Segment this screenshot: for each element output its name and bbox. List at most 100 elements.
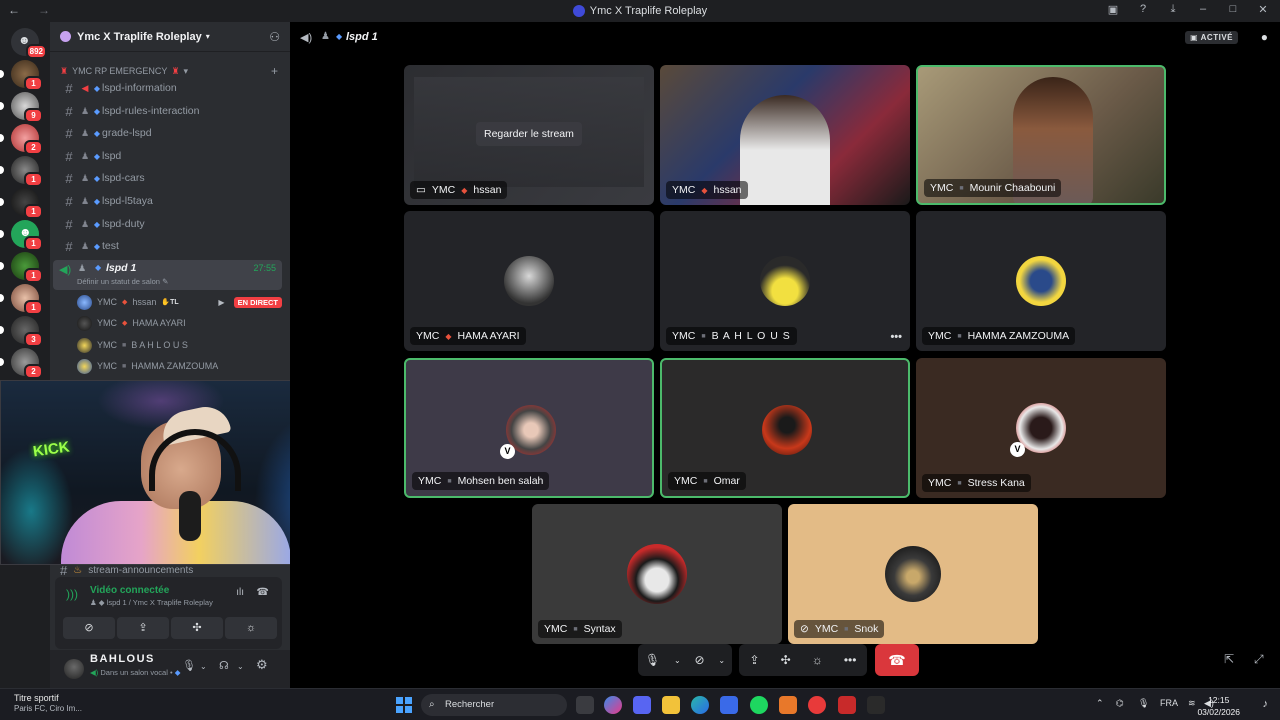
unread-pill — [0, 166, 4, 174]
chevron-down-icon[interactable]: ⌄ — [237, 662, 244, 671]
participant-tile[interactable]: V YMC ■ Stress Kana — [916, 358, 1166, 498]
network-icon[interactable]: ⌬ — [1116, 698, 1124, 709]
channel-item[interactable]: # ♟ ◆ lspd-duty — [60, 214, 282, 234]
voice-user[interactable]: YMC ■ B A H L O U S — [77, 336, 282, 354]
participant-tile[interactable]: YMC ■ Syntax — [532, 504, 782, 644]
participant-tile[interactable]: YMC ■ B A H L O U S ••• — [660, 211, 910, 351]
minimize-button[interactable]: – — [1196, 3, 1210, 16]
microphone-icon[interactable]: 🎙 — [645, 653, 660, 667]
spotify-icon[interactable] — [750, 696, 768, 714]
channel-status-hint[interactable]: Définir un statut de salon ✎ — [77, 277, 168, 286]
channel-item[interactable]: # ♟ ◆ lspd-rules-interaction — [60, 101, 282, 121]
app-icon[interactable] — [838, 696, 856, 714]
headphones-icon[interactable]: ☊ — [219, 659, 229, 672]
channel-item[interactable]: # ♟ ◆ lspd-cars — [60, 168, 282, 188]
notification-bell-icon[interactable]: ♪ — [1263, 698, 1269, 710]
screen-share-icon[interactable]: ⇪ — [750, 653, 760, 667]
channel-item[interactable]: # ◀ ◆ lspd-information — [60, 78, 282, 98]
close-button[interactable]: ✕ — [1256, 3, 1270, 16]
disconnect-button[interactable]: ☎ — [875, 644, 919, 676]
file-explorer-icon[interactable] — [662, 696, 680, 714]
back-arrow-icon[interactable]: ← — [8, 3, 20, 17]
chat-bubble-icon[interactable]: ● — [1261, 30, 1268, 44]
participant-tile[interactable]: YMC ◆ HAMA AYARI — [404, 211, 654, 351]
camera-tile[interactable]: YMC ■ Mounir Chaabouni — [916, 65, 1166, 205]
server-icon[interactable]: 1 — [11, 252, 43, 283]
disconnect-icon[interactable]: ☎ — [257, 587, 269, 598]
channel-item[interactable]: # ♟ ◆ grade-lspd — [60, 123, 282, 143]
participant-tile[interactable]: YMC ■ Omar — [660, 358, 910, 498]
participant-tile[interactable]: YMC ■ HAMMA ZAMZOUMA — [916, 211, 1166, 351]
direct-messages-icon[interactable]: ☻ 892 — [11, 28, 47, 59]
noise-suppression-icon[interactable]: ılı — [236, 587, 244, 598]
participant-tile[interactable]: ⊘ YMC ■ Snok — [788, 504, 1038, 644]
copilot-icon[interactable] — [604, 696, 622, 714]
server-icon[interactable]: 2 — [11, 124, 43, 155]
server-icon[interactable]: 2 — [11, 348, 43, 379]
language-indicator[interactable]: FRA — [1160, 698, 1178, 708]
task-view-icon[interactable] — [576, 696, 594, 714]
screen-share-button[interactable]: ⇪ — [117, 617, 169, 639]
help-icon[interactable]: ? — [1136, 3, 1150, 16]
wifi-icon[interactable]: ≋ — [1188, 698, 1196, 709]
stream-tile[interactable]: Regarder le stream ▭ YMC ◆ hssan — [404, 65, 654, 205]
soundboard-icon[interactable]: ☼ — [812, 653, 823, 667]
system-clock[interactable]: 12:15 03/02/2026 — [1197, 694, 1240, 718]
camera-off-button[interactable]: ⊘ — [63, 617, 115, 639]
microphone-icon[interactable]: 🎙 — [1138, 698, 1149, 709]
server-header[interactable]: Ymc X Traplife Roleplay ▾ ⚇ — [50, 22, 290, 52]
voice-connection-location[interactable]: ♟ ◆ lspd 1 / Ymc X Traplife Roleplay — [90, 598, 213, 607]
microphone-icon[interactable]: 🎙 — [182, 659, 196, 672]
server-icon[interactable]: 3 — [11, 316, 43, 347]
server-icon[interactable]: 1 — [11, 188, 43, 219]
activity-badge[interactable]: ▣ ACTIVÉ — [1185, 31, 1238, 44]
app-icon[interactable] — [808, 696, 826, 714]
activities-button[interactable]: ✣ — [171, 617, 223, 639]
channel-item[interactable]: # ♟ ◆ lspd-l5taya — [60, 191, 282, 211]
store-icon[interactable] — [720, 696, 738, 714]
avatar[interactable] — [64, 659, 84, 679]
taskbar-search[interactable]: ⌕ Rechercher — [421, 694, 567, 716]
channel-item[interactable]: # ♨ stream-announcements — [60, 563, 193, 578]
participant-tile[interactable]: V YMC ■ Mohsen ben salah — [404, 358, 654, 498]
voice-channel-active[interactable]: ◀) ♟ ◆ lspd 1 27:55 Définir un statut de… — [53, 260, 282, 290]
more-options-icon[interactable]: ••• — [890, 331, 902, 343]
server-icon[interactable]: 9 — [11, 92, 43, 123]
maximize-button[interactable]: □ — [1226, 3, 1240, 16]
camera-off-icon[interactable]: ⊘ — [694, 653, 704, 667]
create-channel-icon[interactable]: + — [271, 64, 278, 78]
camera-tile[interactable]: YMC ◆ hssan — [660, 65, 910, 205]
avatar — [77, 337, 92, 353]
chevron-down-icon[interactable]: ⌄ — [718, 656, 725, 665]
server-icon[interactable]: 1 — [11, 284, 43, 315]
discord-app-icon[interactable] — [633, 696, 651, 714]
chevron-up-icon[interactable]: ⌃ — [1096, 698, 1104, 709]
chevron-down-icon[interactable]: ⌄ — [200, 662, 207, 671]
windows-start-icon[interactable] — [396, 697, 412, 713]
server-icon[interactable]: ☻ 1 — [11, 220, 43, 251]
category-header[interactable]: ♜ YMC RP EMERGENCY ♜ ▾ + — [60, 64, 278, 78]
gear-icon[interactable]: ⚙ — [256, 657, 268, 673]
popout-icon[interactable]: ⇱ — [1224, 652, 1234, 666]
fullscreen-icon[interactable]: ⤢ — [1254, 652, 1264, 667]
voice-user[interactable]: YMC ◆ hssan ✋TL ▶ EN DIRECT — [77, 293, 282, 311]
activities-icon[interactable]: ✣ — [781, 653, 791, 667]
app-icon[interactable] — [779, 696, 797, 714]
voice-user[interactable]: YMC ■ HAMMA ZAMZOUMA — [77, 357, 282, 375]
more-options-icon[interactable]: ••• — [844, 653, 857, 667]
server-icon[interactable]: 1 — [11, 156, 43, 187]
screen-icon[interactable]: ▣ — [1106, 3, 1120, 16]
chevron-down-icon[interactable]: ⌄ — [674, 656, 681, 665]
forward-arrow-icon[interactable]: → — [38, 3, 50, 17]
news-widget[interactable]: Titre sportif Paris FC, Ciro Im... — [14, 693, 82, 713]
download-icon[interactable]: ⤓ — [1166, 3, 1180, 16]
edge-browser-icon[interactable] — [691, 696, 709, 714]
voice-user[interactable]: YMC ◆ HAMA AYARI — [77, 314, 282, 332]
watch-stream-button[interactable]: Regarder le stream — [476, 122, 582, 146]
channel-item[interactable]: # ♟ ◆ lspd — [60, 146, 282, 166]
app-icon[interactable] — [867, 696, 885, 714]
invite-people-icon[interactable]: ⚇ — [269, 30, 280, 44]
soundboard-button[interactable]: ☼ — [225, 617, 277, 639]
channel-item[interactable]: # ♟ ◆ test — [60, 236, 282, 256]
server-icon[interactable]: 1 — [11, 60, 43, 91]
